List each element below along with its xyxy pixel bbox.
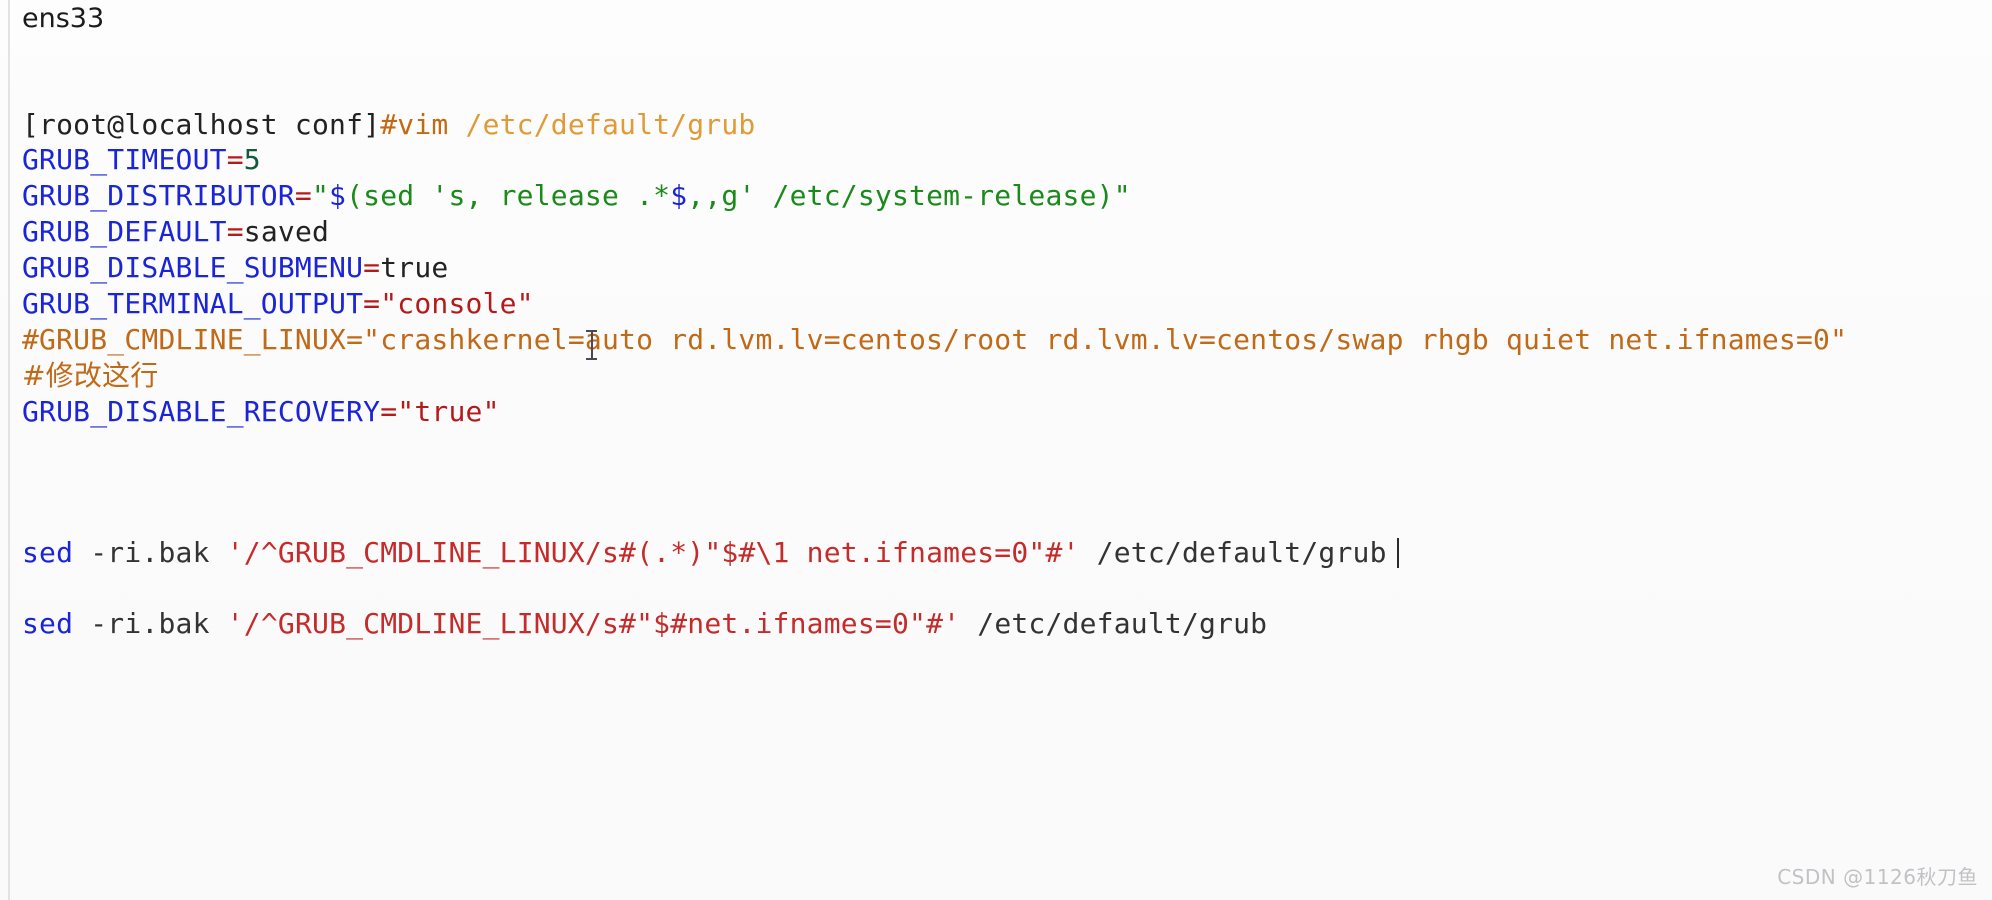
vim-file-path: /etc/default/grub (448, 108, 756, 141)
config-line-grub-disable-recovery: GRUB_DISABLE_RECOVERY="true" (22, 395, 500, 429)
config-value: 5 (243, 143, 261, 176)
config-line-grub-timeout: GRUB_TIMEOUT=5 (22, 143, 261, 177)
config-key: GRUB_DISABLE_SUBMENU (22, 251, 364, 284)
sed-target-file: /etc/default/grub (960, 607, 1268, 640)
dollar-anchor: $ (670, 179, 688, 212)
sed-keyword: sed (22, 607, 74, 640)
equals-sign: = (380, 395, 398, 428)
config-value: "console" (380, 287, 534, 320)
config-line-grub-disable-submenu: GRUB_DISABLE_SUBMENU=true (22, 251, 448, 285)
config-line-grub-distributor: GRUB_DISTRIBUTOR="$(sed 's, release .*$,… (22, 179, 1131, 213)
config-key: GRUB_DISTRIBUTOR (22, 179, 295, 212)
dollar-sigil: $ (329, 179, 347, 212)
string-close-quote: " (1113, 179, 1131, 212)
config-line-grub-terminal-output: GRUB_TERMINAL_OUTPUT="console" (22, 287, 534, 321)
config-key: GRUB_TIMEOUT (22, 143, 227, 176)
sed-command-line-1: sed -ri.bak '/^GRUB_CMDLINE_LINUX/s#(.*)… (22, 536, 1399, 570)
vim-command: #vim (380, 108, 449, 141)
config-line-chinese-note: #修改这行 (22, 359, 159, 392)
config-value: "true" (397, 395, 500, 428)
string-open-quote: " (311, 179, 330, 212)
shell-substitution-body-a: (sed 's, release .* (346, 179, 671, 212)
config-line-grub-default: GRUB_DEFAULT=saved (22, 215, 329, 249)
equals-sign: = (294, 179, 312, 212)
equals-sign: = (226, 215, 244, 248)
sed-command-line-2: sed -ri.bak '/^GRUB_CMDLINE_LINUX/s#"$#n… (22, 607, 1267, 641)
config-line-grub-cmdline-linux-commented: #GRUB_CMDLINE_LINUX="crashkernel=auto rd… (22, 323, 1848, 356)
csdn-watermark: CSDN @1126秋刀鱼 (1777, 865, 1978, 889)
interface-name-label: ens33 (22, 3, 105, 34)
sed-keyword: sed (22, 536, 74, 569)
sed-option: -ri.bak (73, 536, 227, 569)
shell-substitution-body-b: ,,g' /etc/system-release) (687, 179, 1114, 212)
ibeam-bottom-cap (586, 358, 597, 360)
config-key: GRUB_DEFAULT (22, 215, 227, 248)
equals-sign: = (226, 143, 244, 176)
sed-option: -ri.bak (73, 607, 227, 640)
equals-sign: = (363, 287, 381, 320)
config-value: saved (243, 215, 330, 248)
text-caret (1396, 538, 1399, 568)
shell-prompt: [root@localhost conf] (22, 108, 381, 141)
shell-prompt-line: [root@localhost conf]#vim /etc/default/g… (22, 108, 756, 142)
sed-script: '/^GRUB_CMDLINE_LINUX/s#"$#net.ifnames=0… (226, 607, 961, 640)
config-key: GRUB_TERMINAL_OUTPUT (22, 287, 364, 320)
config-value: true (380, 251, 449, 284)
terminal-content: ens33 [root@localhost conf]#vim /etc/def… (0, 0, 1992, 900)
sed-target-file: /etc/default/grub (1079, 536, 1387, 569)
equals-sign: = (363, 251, 381, 284)
sed-script: '/^GRUB_CMDLINE_LINUX/s#(.*)"$#\1 net.if… (226, 536, 1080, 569)
config-key: GRUB_DISABLE_RECOVERY (22, 395, 381, 428)
